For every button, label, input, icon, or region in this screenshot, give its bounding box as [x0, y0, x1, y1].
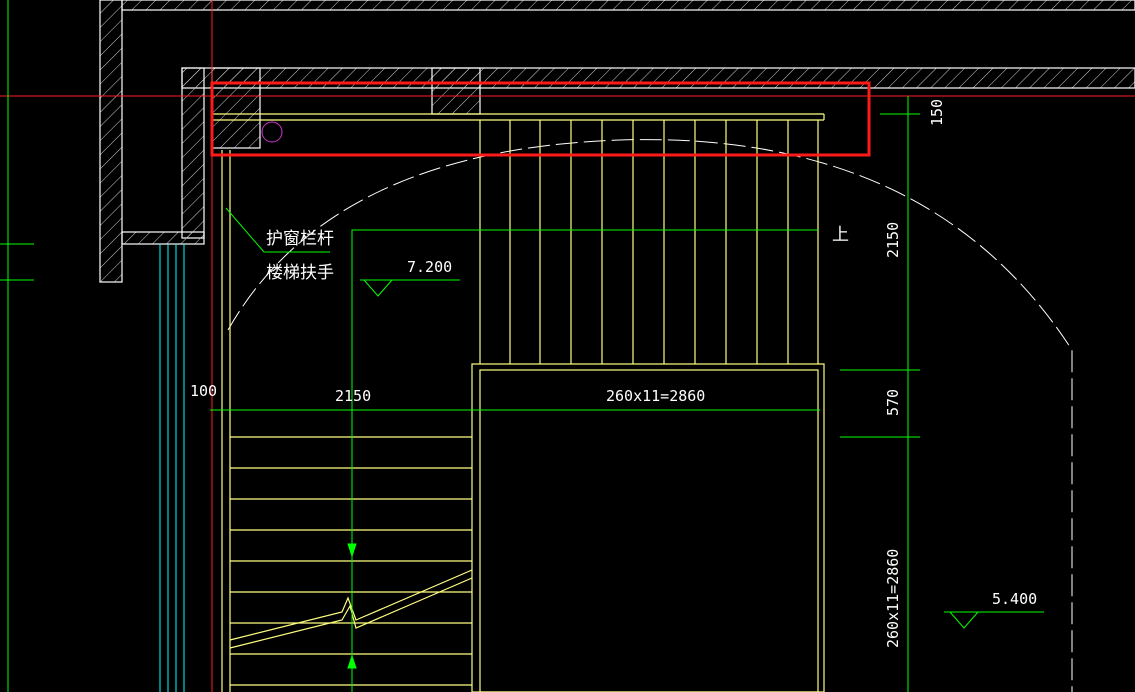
swing-arc — [227, 139, 1073, 692]
up-direction-label: 上 — [832, 225, 849, 245]
top-clearance-dim: 150 — [928, 99, 946, 126]
break-line — [229, 569, 473, 649]
stair-handrail-label: 楼梯扶手 — [266, 263, 334, 283]
inner-wall — [181, 67, 1135, 89]
lower-flight-treads — [230, 436, 472, 686]
upper-flight-treads — [479, 120, 819, 364]
column-block — [211, 67, 261, 149]
elevation-marker-lower — [944, 611, 1044, 629]
left-wall — [99, 0, 123, 283]
landing-depth-vertical-dim: 2150 — [884, 222, 902, 258]
axis-lines — [0, 0, 1135, 692]
window-lines — [159, 244, 185, 692]
inner-left-wall — [181, 67, 205, 239]
slab-block — [431, 67, 481, 115]
flight-run-horizontal-dim: 260x11=2860 — [606, 387, 705, 405]
wall-offset-dim: 100 — [190, 382, 217, 400]
elevation-marker-upper — [360, 279, 460, 297]
flight-run-vertical-dim: 260x11=2860 — [884, 549, 902, 648]
elevation-lower-label: 5.400 — [992, 590, 1037, 608]
top-wall — [121, 0, 1135, 11]
column-mark — [261, 121, 283, 143]
stairwell-opening — [471, 363, 825, 692]
dimension-lines — [0, 96, 920, 692]
cad-drawing-canvas[interactable]: 护窗栏杆 楼梯扶手 上 7.200 5.400 100 2150 260x11=… — [0, 0, 1135, 692]
landing-width-dim: 2150 — [335, 387, 371, 405]
stair-landing — [212, 113, 825, 692]
window-railing-label: 护窗栏杆 — [266, 229, 334, 249]
walls — [99, 0, 1135, 283]
elevation-upper-label: 7.200 — [407, 258, 452, 276]
gap-vertical-dim: 570 — [884, 389, 902, 416]
wall-return — [121, 231, 205, 245]
